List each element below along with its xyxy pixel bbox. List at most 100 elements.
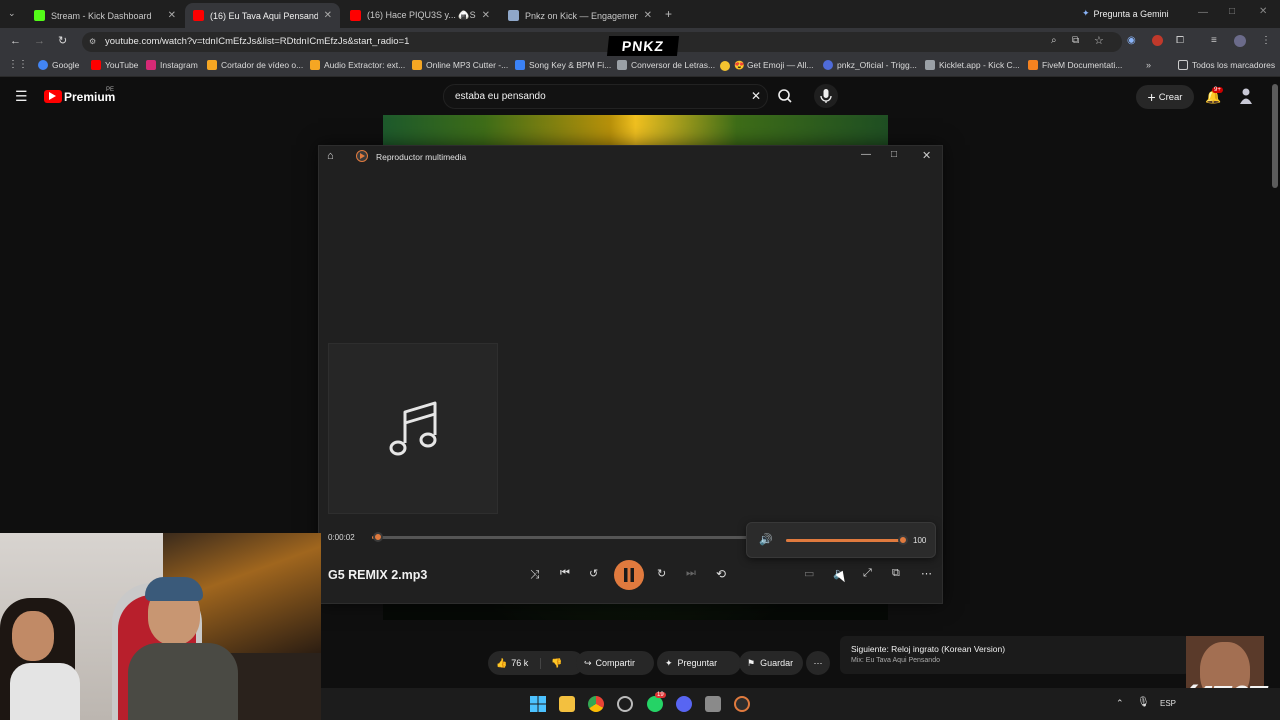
account-avatar[interactable] [1239, 87, 1253, 105]
more-horizontal-icon: ⋯ [813, 657, 823, 668]
player-minimize-icon[interactable]: — [861, 149, 871, 160]
fivem-icon [1028, 60, 1038, 70]
close-tab-icon[interactable]: ✕ [482, 10, 490, 21]
bookmark-pnkz-trigger[interactable]: pnkz_Oficial - Trigg... [823, 60, 917, 70]
profile-avatar[interactable] [1234, 35, 1246, 47]
tray-chevron-icon[interactable]: ⌃ [1116, 698, 1124, 709]
volume-slider[interactable] [786, 535, 908, 545]
volume-speaker-icon[interactable]: 🔊 [759, 533, 773, 546]
previous-track-icon[interactable]: ⏮ [560, 567, 576, 583]
volume-slider-fill [786, 539, 903, 542]
tab-youtube-active[interactable]: (16) Eu Tava Aqui Pensando - Y ✕ [185, 3, 340, 28]
app-icon [310, 60, 320, 70]
bookmark-audio-extractor[interactable]: Audio Extractor: ext... [310, 60, 405, 70]
close-tab-icon[interactable]: ✕ [324, 10, 332, 21]
shuffle-icon[interactable]: ⤨ [530, 567, 546, 583]
extension-1-icon[interactable]: ◉ [1127, 35, 1136, 46]
share-button[interactable]: ↪ Compartir [576, 651, 654, 675]
snipping-tool-icon[interactable] [705, 696, 721, 712]
close-tab-icon[interactable]: ✕ [644, 10, 652, 21]
seek-bar-thumb[interactable] [372, 532, 383, 542]
apps-grid-icon[interactable]: ⋮⋮ [8, 59, 28, 70]
maximize-window-icon[interactable]: □ [1229, 6, 1235, 17]
bookmark-kicklet[interactable]: Kicklet.app - Kick C... [925, 60, 1020, 70]
reload-icon[interactable]: ↻ [58, 34, 67, 47]
forward-icon[interactable]: → [34, 35, 45, 47]
zoom-icon[interactable]: ⌕ [1051, 35, 1057, 46]
bookmark-mp3-cutter[interactable]: Online MP3 Cutter -... [412, 60, 508, 70]
seek-bar[interactable] [372, 532, 752, 542]
app-icon [207, 60, 217, 70]
whatsapp-icon[interactable] [647, 696, 663, 712]
create-button[interactable]: + Crear [1136, 85, 1194, 109]
forward-30-icon[interactable]: ↻ [657, 567, 673, 583]
player-close-icon[interactable]: ✕ [922, 149, 931, 162]
player-maximize-icon[interactable]: □ [891, 149, 897, 160]
windows-start-icon[interactable] [530, 696, 546, 712]
more-options-icon[interactable]: ⋯ [921, 567, 937, 583]
minimize-window-icon[interactable]: — [1198, 7, 1208, 18]
bookmark-get-emoji[interactable]: 😍 Get Emoji — All... [720, 60, 814, 71]
gemini-button[interactable]: ✦ Pregunta a Gemini [1082, 8, 1169, 19]
search-query-text[interactable]: estaba eu pensando [455, 91, 546, 102]
tab-kick-dashboard[interactable]: Stream - Kick Dashboard ✕ [26, 3, 184, 28]
current-time: 0:00:02 [328, 533, 355, 542]
like-button[interactable]: 👍 76 k 👎 [488, 651, 584, 675]
more-bookmarks-icon[interactable]: » [1146, 60, 1151, 70]
extension-2-icon[interactable] [1152, 35, 1163, 46]
volume-slider-thumb[interactable] [898, 535, 908, 545]
bookmark-instagram[interactable]: Instagram [146, 60, 198, 70]
bookmark-youtube[interactable]: YouTube [91, 60, 138, 70]
install-app-icon[interactable]: ⧉ [1072, 35, 1079, 46]
hamburger-menu-icon[interactable]: ☰ [15, 88, 28, 105]
close-tab-icon[interactable]: ✕ [168, 10, 176, 21]
bookmark-conversor[interactable]: Conversor de Letras... [617, 60, 715, 70]
bookmark-song-key[interactable]: Song Key & BPM Fi... [515, 60, 611, 70]
ask-button[interactable]: ✦ Preguntar [657, 651, 741, 675]
app-settings-icon[interactable] [617, 696, 633, 712]
keyboard-language[interactable]: ESP [1160, 699, 1176, 708]
more-actions-button[interactable]: ⋯ [806, 651, 830, 675]
up-next-card[interactable] [840, 636, 1190, 674]
tab-pnkz-kick[interactable]: Pnkz on Kick — Engagement A ✕ [500, 3, 660, 28]
next-track-icon[interactable]: ⏭ [686, 567, 702, 583]
rewind-10-icon[interactable]: ↺ [589, 567, 605, 583]
page-scrollbar[interactable] [1272, 84, 1278, 188]
mini-player-icon[interactable]: ⧉ [892, 567, 908, 583]
chrome-icon[interactable] [588, 696, 604, 712]
close-window-icon[interactable]: ✕ [1259, 6, 1267, 17]
search-button[interactable] [770, 84, 802, 109]
bookmark-google[interactable]: Google [38, 60, 79, 70]
home-icon[interactable]: ⌂ [327, 150, 334, 162]
pause-button[interactable] [614, 560, 644, 590]
thumbs-down-icon[interactable]: 👎 [540, 657, 562, 669]
file-explorer-icon[interactable] [559, 696, 575, 712]
tab-list-chevron-icon[interactable]: ⌄ [8, 8, 16, 19]
whatsapp-badge: 19 [655, 692, 666, 698]
clear-search-icon[interactable]: ✕ [751, 89, 761, 103]
voice-search-button[interactable] [814, 84, 838, 108]
repeat-off-icon[interactable]: ⟲ [716, 567, 732, 583]
bookmark-fivem[interactable]: FiveM Documentati... [1028, 60, 1122, 70]
back-icon[interactable]: ← [10, 35, 21, 47]
new-tab-button[interactable]: + [665, 7, 672, 21]
media-player-taskbar-icon[interactable] [734, 696, 750, 712]
track-title: G5 REMIX 2.mp3 [328, 568, 428, 582]
google-icon [38, 60, 48, 70]
tab-youtube-2[interactable]: (16) Hace PIQU3S y... 🍙Span ✕ [342, 3, 498, 28]
media-control-icon[interactable]: ≡ [1211, 35, 1217, 46]
chrome-menu-icon[interactable]: ⋮ [1261, 35, 1271, 46]
folder-icon [1178, 60, 1188, 70]
save-button[interactable]: ⚑ Guardar [739, 651, 803, 675]
tray-microphone-icon[interactable]: 🎙 [1137, 697, 1150, 708]
bookmark-star-icon[interactable]: ☆ [1094, 34, 1104, 47]
url-text[interactable]: youtube.com/watch?v=tdnICmEfzJs&list=RDt… [105, 36, 409, 47]
up-next-title: Siguiente: Reloj ingrato (Korean Version… [851, 644, 1006, 654]
discord-icon[interactable] [676, 696, 692, 712]
fullscreen-icon[interactable]: ⤢ [863, 567, 879, 583]
all-bookmarks-folder[interactable]: Todos los marcadores [1178, 60, 1275, 70]
bookmark-cortador[interactable]: Cortador de vídeo o... [207, 60, 303, 70]
site-info-icon[interactable]: ⚙ [89, 37, 96, 46]
captions-icon[interactable]: ▭ [804, 567, 820, 583]
extensions-puzzle-icon[interactable]: ⧠ [1176, 35, 1184, 46]
